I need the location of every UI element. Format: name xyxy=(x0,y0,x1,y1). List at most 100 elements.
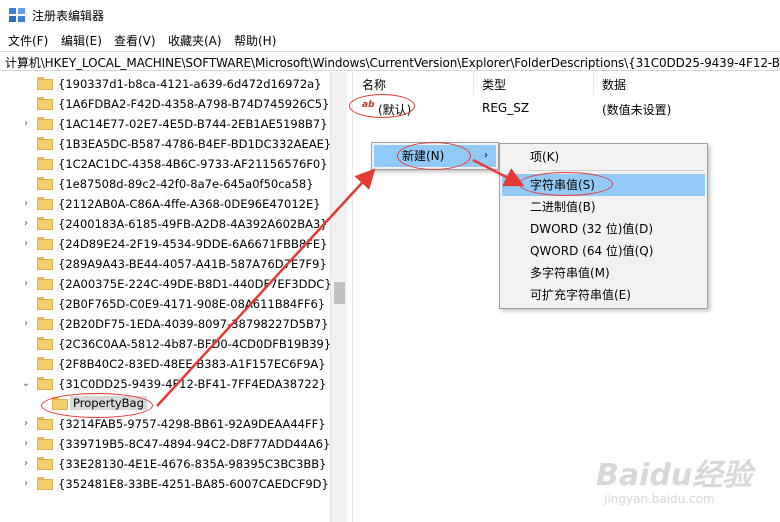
address-path: 计算机\HKEY_LOCAL_MACHINE\SOFTWARE\Microsof… xyxy=(5,56,780,70)
menu-bar: 文件(F) 编辑(E) 查看(V) 收藏夹(A) 帮助(H) xyxy=(0,30,780,50)
tree-item[interactable]: › {3214FAB5-9757-4298-BB61-92A9DEAA44FF} xyxy=(0,414,330,434)
tree-item[interactable]: {1e87508d-89c2-42f0-8a7e-645a0f50ca58} xyxy=(0,174,330,194)
folder-icon xyxy=(37,237,53,250)
tree-item[interactable]: › {339719B5-8C47-4894-94C2-D8F77ADD44A6} xyxy=(0,434,330,454)
column-divider[interactable] xyxy=(473,72,474,94)
watermark-url: jingyan.baidu.com xyxy=(604,492,715,506)
folder-icon xyxy=(37,77,53,90)
tree-item-label: PropertyBag xyxy=(70,396,147,410)
column-header-data[interactable]: 数据 xyxy=(602,76,626,93)
tree-item[interactable]: {289A9A43-BE44-4057-A41B-587A76D7E7F9} xyxy=(0,254,330,274)
baidu-watermark: Baidu经验 jingyan.baidu.com xyxy=(596,450,776,514)
menu-separator xyxy=(528,170,704,171)
folder-icon xyxy=(37,257,53,270)
tree-item[interactable]: › {2A00375E-224C-49DE-B8D1-440DF7EF3DDC} xyxy=(0,274,330,294)
column-divider[interactable] xyxy=(593,72,594,94)
value-row-default[interactable]: ab (默认) REG_SZ (数值未设置) xyxy=(353,98,780,118)
tree-item-label: {1B3EA5DC-B587-4786-B4EF-BD1DC332AEAE} xyxy=(58,137,330,151)
expand-arrow-icon[interactable]: › xyxy=(20,438,32,450)
folder-icon xyxy=(37,177,53,190)
tree-item-label: {2F8B40C2-83ED-48EE-B383-A1F157EC6F9A} xyxy=(58,357,326,371)
menu-item-expandable-string-value[interactable]: 可扩充字符串值(E) xyxy=(502,284,705,306)
value-name: (默认) xyxy=(378,103,412,117)
expand-arrow-icon[interactable] xyxy=(20,158,32,170)
expand-arrow-icon[interactable]: › xyxy=(20,318,32,330)
tree-item-label: {2C36C0AA-5812-4b87-BFD0-4CD0DFB19B39} xyxy=(58,337,330,351)
expand-arrow-icon[interactable] xyxy=(20,178,32,190)
menu-favorites[interactable]: 收藏夹(A) xyxy=(168,32,222,49)
tree-item[interactable]: {1A6FDBA2-F42D-4358-A798-B74D745926C5} xyxy=(0,94,330,114)
tree-item[interactable]: › {2B20DF75-1EDA-4039-8097-38798227D5B7} xyxy=(0,314,330,334)
menu-edit[interactable]: 编辑(E) xyxy=(61,32,102,49)
tree-item[interactable]: {2F8B40C2-83ED-48EE-B383-A1F157EC6F9A} xyxy=(0,354,330,374)
tree-item-label: {2B20DF75-1EDA-4039-8097-38798227D5B7} xyxy=(58,317,329,331)
menu-item-new[interactable]: 新建(N) › xyxy=(374,145,496,167)
tree-item[interactable]: › {2112AB0A-C86A-4ffe-A368-0DE96E47012E} xyxy=(0,194,330,214)
expand-arrow-icon[interactable]: › xyxy=(20,218,32,230)
folder-icon xyxy=(37,157,53,170)
tree-scrollbar[interactable] xyxy=(330,72,347,522)
expand-arrow-icon[interactable]: › xyxy=(20,478,32,490)
tree-item[interactable]: {2B0F765D-C0E9-4171-908E-08A611B84FF6} xyxy=(0,294,330,314)
tree-item-label: {2400183A-6185-49FB-A2D8-4A392A602BA3} xyxy=(58,217,328,231)
tree-item-label: {1e87508d-89c2-42f0-8a7e-645a0f50ca58} xyxy=(58,177,314,191)
collapse-arrow-icon[interactable]: ⌄ xyxy=(20,378,32,390)
expand-arrow-icon[interactable] xyxy=(20,338,32,350)
expand-arrow-icon[interactable]: › xyxy=(20,278,32,290)
expand-arrow-icon[interactable] xyxy=(20,298,32,310)
scrollbar-thumb[interactable] xyxy=(334,282,345,304)
tree-item-label: {33E28130-4E1E-4676-835A-98395C3BC3BB} xyxy=(58,457,327,471)
tree-item[interactable]: › {352481E8-33BE-4251-BA85-6007CAEDCF9D} xyxy=(0,474,330,494)
tree-item-expanded[interactable]: ⌄ {31C0DD25-9439-4F12-BF41-7FF4EDA38722} xyxy=(0,374,330,394)
folder-icon xyxy=(37,457,53,470)
tree-item-selected[interactable]: PropertyBag xyxy=(0,394,330,414)
expand-arrow-icon[interactable] xyxy=(20,78,32,90)
menu-view[interactable]: 查看(V) xyxy=(114,32,156,49)
menu-item-key[interactable]: 项(K) xyxy=(502,146,705,168)
tree-item-label: {1AC14E77-02E7-4E5D-B744-2EB1AE5198B7} xyxy=(58,117,328,131)
tree-item[interactable]: › {1AC14E77-02E7-4E5D-B744-2EB1AE5198B7} xyxy=(0,114,330,134)
tree-item-label: {352481E8-33BE-4251-BA85-6007CAEDCF9D} xyxy=(58,477,329,491)
folder-icon xyxy=(37,117,53,130)
menu-item-string-value[interactable]: 字符串值(S) xyxy=(502,174,705,196)
tree-item-label: {3214FAB5-9757-4298-BB61-92A9DEAA44FF} xyxy=(58,417,326,431)
menu-help[interactable]: 帮助(H) xyxy=(234,32,276,49)
expand-arrow-icon[interactable]: › xyxy=(20,418,32,430)
expand-arrow-icon[interactable] xyxy=(20,138,32,150)
menu-item-new-label: 新建(N) xyxy=(402,149,445,163)
expand-arrow-icon[interactable]: › xyxy=(20,118,32,130)
key-tree: {190337d1-b8ca-4121-a639-6d472d16972a} {… xyxy=(0,72,330,522)
folder-icon xyxy=(37,197,53,210)
folder-icon xyxy=(37,357,53,370)
address-bar[interactable]: 计算机\HKEY_LOCAL_MACHINE\SOFTWARE\Microsof… xyxy=(0,51,780,71)
tree-item-label: {190337d1-b8ca-4121-a639-6d472d16972a} xyxy=(58,77,322,91)
tree-item[interactable]: {2C36C0AA-5812-4b87-BFD0-4CD0DFB19B39} xyxy=(0,334,330,354)
tree-item[interactable]: {1B3EA5DC-B587-4786-B4EF-BD1DC332AEAE} xyxy=(0,134,330,154)
tree-item[interactable]: › {33E28130-4E1E-4676-835A-98395C3BC3BB} xyxy=(0,454,330,474)
window-title: 注册表编辑器 xyxy=(32,9,105,23)
tree-item-label: {24D89E24-2F19-4534-9DDE-6A6671FBB8FE} xyxy=(58,237,328,251)
expand-arrow-icon[interactable] xyxy=(20,258,32,270)
submenu-arrow-icon: › xyxy=(484,150,488,161)
column-header-type[interactable]: 类型 xyxy=(482,76,506,93)
folder-icon xyxy=(37,317,53,330)
folder-icon xyxy=(37,477,53,490)
tree-item[interactable]: › {24D89E24-2F19-4534-9DDE-6A6671FBB8FE} xyxy=(0,234,330,254)
tree-item[interactable]: › {2400183A-6185-49FB-A2D8-4A392A602BA3} xyxy=(0,214,330,234)
menu-item-binary-value[interactable]: 二进制值(B) xyxy=(502,196,705,218)
value-data: (数值未设置) xyxy=(602,103,672,117)
folder-icon xyxy=(52,397,68,410)
menu-item-multi-string-value[interactable]: 多字符串值(M) xyxy=(502,262,705,284)
tree-item[interactable]: {1C2AC1DC-4358-4B6C-9733-AF21156576F0} xyxy=(0,154,330,174)
column-header-name[interactable]: 名称 xyxy=(362,76,386,93)
tree-item[interactable]: {190337d1-b8ca-4121-a639-6d472d16972a} xyxy=(0,74,330,94)
expand-arrow-icon[interactable] xyxy=(20,98,32,110)
menu-item-qword-value[interactable]: QWORD (64 位)值(Q) xyxy=(502,240,705,262)
menu-file[interactable]: 文件(F) xyxy=(8,32,48,49)
expand-arrow-icon[interactable] xyxy=(20,358,32,370)
expand-arrow-icon[interactable]: › xyxy=(20,238,32,250)
expand-arrow-icon[interactable]: › xyxy=(20,458,32,470)
menu-item-dword-value[interactable]: DWORD (32 位)值(D) xyxy=(502,218,705,240)
expand-arrow-icon[interactable]: › xyxy=(20,198,32,210)
value-type: REG_SZ xyxy=(482,101,530,115)
